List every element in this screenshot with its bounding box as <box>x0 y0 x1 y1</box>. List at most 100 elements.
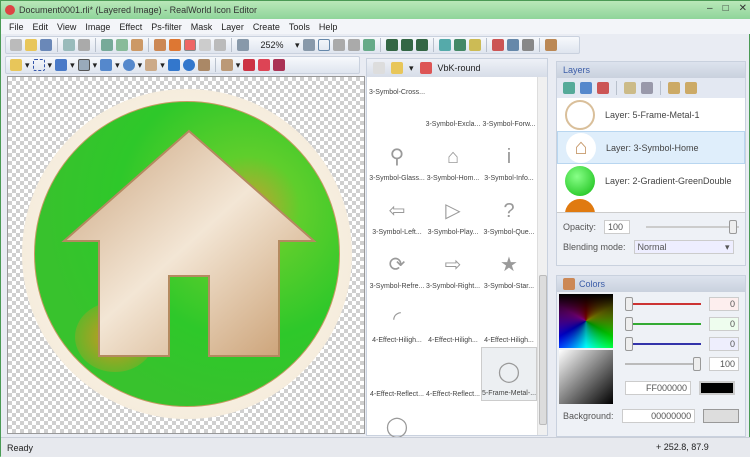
settings-icon[interactable] <box>521 39 534 51</box>
add-layer-icon[interactable] <box>563 82 575 94</box>
preview-icon[interactable] <box>400 39 413 51</box>
undo-icon[interactable] <box>63 39 75 51</box>
library-item[interactable]: ⌂ 3-Symbol-Hom... <box>425 131 481 185</box>
opacity-input[interactable]: 100 <box>604 220 631 234</box>
layer-props-icon[interactable] <box>668 82 680 94</box>
green-slider[interactable] <box>625 317 701 331</box>
blend-select[interactable]: Normal ▾ <box>633 240 734 254</box>
menu-ps-filter[interactable]: Ps-filter <box>151 22 182 32</box>
smudge-icon[interactable] <box>197 59 210 71</box>
import-layer-icon[interactable] <box>580 82 592 94</box>
blue-slider[interactable] <box>625 337 701 351</box>
library-scrollbar[interactable] <box>537 77 547 435</box>
red-slider[interactable] <box>625 297 701 311</box>
layer-item[interactable]: ⌂ Layer: 3-Symbol-Home <box>557 131 745 164</box>
layer2-icon[interactable] <box>169 39 181 51</box>
grid-icon[interactable] <box>468 39 481 51</box>
layer-item[interactable]: Layer: 5-Frame-Metal-1 <box>557 98 745 131</box>
effect-icon[interactable] <box>491 39 504 51</box>
tool-icon[interactable] <box>332 39 345 51</box>
shape-icon[interactable] <box>122 59 135 71</box>
dropper-icon[interactable] <box>167 59 180 71</box>
background-swatch[interactable] <box>703 409 739 423</box>
library-item[interactable]: ⚲ 3-Symbol-Glass... <box>369 131 425 185</box>
text-icon[interactable] <box>55 59 68 71</box>
blend-icon[interactable] <box>258 59 271 71</box>
close-button[interactable]: ✕ <box>739 3 747 14</box>
zoom-in-icon[interactable] <box>302 39 315 51</box>
menu-effect[interactable]: Effect <box>119 22 142 32</box>
library-item[interactable]: ◯ 5-Frame-Metal-... <box>481 347 537 401</box>
preview-icon[interactable] <box>385 39 398 51</box>
line-icon[interactable] <box>100 59 113 71</box>
library-item[interactable]: 3-Symbol-Cross... <box>369 77 425 99</box>
new-icon[interactable] <box>10 39 22 51</box>
effect-icon[interactable] <box>506 39 519 51</box>
menu-view[interactable]: View <box>57 22 76 32</box>
library-item[interactable]: 4-Effect-Hiligh... <box>425 293 481 347</box>
preview-icon[interactable] <box>415 39 428 51</box>
menu-create[interactable]: Create <box>253 22 280 32</box>
menu-edit[interactable]: Edit <box>33 22 49 32</box>
library-item[interactable]: 4-Effect-Reflect... <box>369 347 425 401</box>
cut-icon[interactable] <box>101 39 113 51</box>
redo-icon[interactable] <box>78 39 90 51</box>
library-item[interactable]: 3-Symbol-Forw... <box>481 77 537 131</box>
hex-input[interactable]: FF000000 <box>625 381 691 395</box>
menu-tools[interactable]: Tools <box>289 22 310 32</box>
hue-picker[interactable] <box>559 294 613 348</box>
paste-icon[interactable] <box>131 39 143 51</box>
library-item[interactable]: i 3-Symbol-Info... <box>481 131 537 185</box>
delete-layer-icon[interactable] <box>597 82 609 94</box>
blur-icon[interactable] <box>182 59 195 71</box>
library-item[interactable]: ⇦ 3-Symbol-Left... <box>369 185 425 239</box>
library-item[interactable]: ? 3-Symbol-Que... <box>481 185 537 239</box>
layer-style-icon[interactable] <box>685 82 697 94</box>
green-input[interactable]: 0 <box>709 317 739 331</box>
library-item[interactable]: 4-Effect-Hiligh... <box>481 293 537 347</box>
brush-icon[interactable] <box>77 59 90 71</box>
select-icon[interactable] <box>214 39 226 51</box>
layer-icon[interactable] <box>154 39 166 51</box>
library-item[interactable]: ◜ 4-Effect-Hiligh... <box>369 293 425 347</box>
minimize-button[interactable]: – <box>707 3 713 14</box>
open-icon[interactable] <box>25 39 37 51</box>
pointer-icon[interactable] <box>199 39 211 51</box>
view-icon[interactable] <box>362 39 375 51</box>
marquee-icon[interactable] <box>32 59 45 71</box>
library-item[interactable]: ★ 3-Symbol-Star... <box>481 239 537 293</box>
merge-layer-icon[interactable] <box>641 82 653 94</box>
fill-icon[interactable] <box>145 59 158 71</box>
stamp-icon[interactable] <box>220 59 233 71</box>
tool-icon[interactable] <box>347 39 360 51</box>
background-input[interactable]: 00000000 <box>621 409 696 423</box>
library-name[interactable]: VbK-round <box>438 63 481 73</box>
duplicate-layer-icon[interactable] <box>624 82 636 94</box>
menu-mask[interactable]: Mask <box>191 22 213 32</box>
wand-icon[interactable] <box>10 59 22 71</box>
folder-icon[interactable] <box>391 62 403 74</box>
foreground-swatch[interactable] <box>699 381 735 395</box>
maximize-button[interactable]: □ <box>723 3 729 14</box>
shade-picker[interactable] <box>559 350 613 404</box>
blue-input[interactable]: 0 <box>709 337 739 351</box>
library-item[interactable]: 3-Symbol-Excla... <box>425 77 481 131</box>
save-icon[interactable] <box>40 39 52 51</box>
library-item[interactable]: ▷ 3-Symbol-Play... <box>425 185 481 239</box>
library-item[interactable]: ⟳ 3-Symbol-Refre... <box>369 239 425 293</box>
menu-image[interactable]: Image <box>85 22 110 32</box>
alpha-slider[interactable] <box>625 357 701 371</box>
user-icon[interactable] <box>544 39 557 51</box>
library-item[interactable]: ⇨ 3-Symbol-Right... <box>425 239 481 293</box>
copy-icon[interactable] <box>116 39 128 51</box>
menu-help[interactable]: Help <box>319 22 338 32</box>
zoom-out-icon[interactable] <box>237 39 249 51</box>
alpha-input[interactable]: 100 <box>709 357 739 371</box>
image-canvas[interactable] <box>7 76 365 434</box>
blend-icon[interactable] <box>243 59 256 71</box>
layer-item[interactable] <box>557 197 745 212</box>
grid-icon[interactable] <box>453 39 466 51</box>
fit-icon[interactable] <box>317 39 330 51</box>
paint-icon[interactable] <box>184 39 196 51</box>
grid-icon[interactable] <box>438 39 451 51</box>
